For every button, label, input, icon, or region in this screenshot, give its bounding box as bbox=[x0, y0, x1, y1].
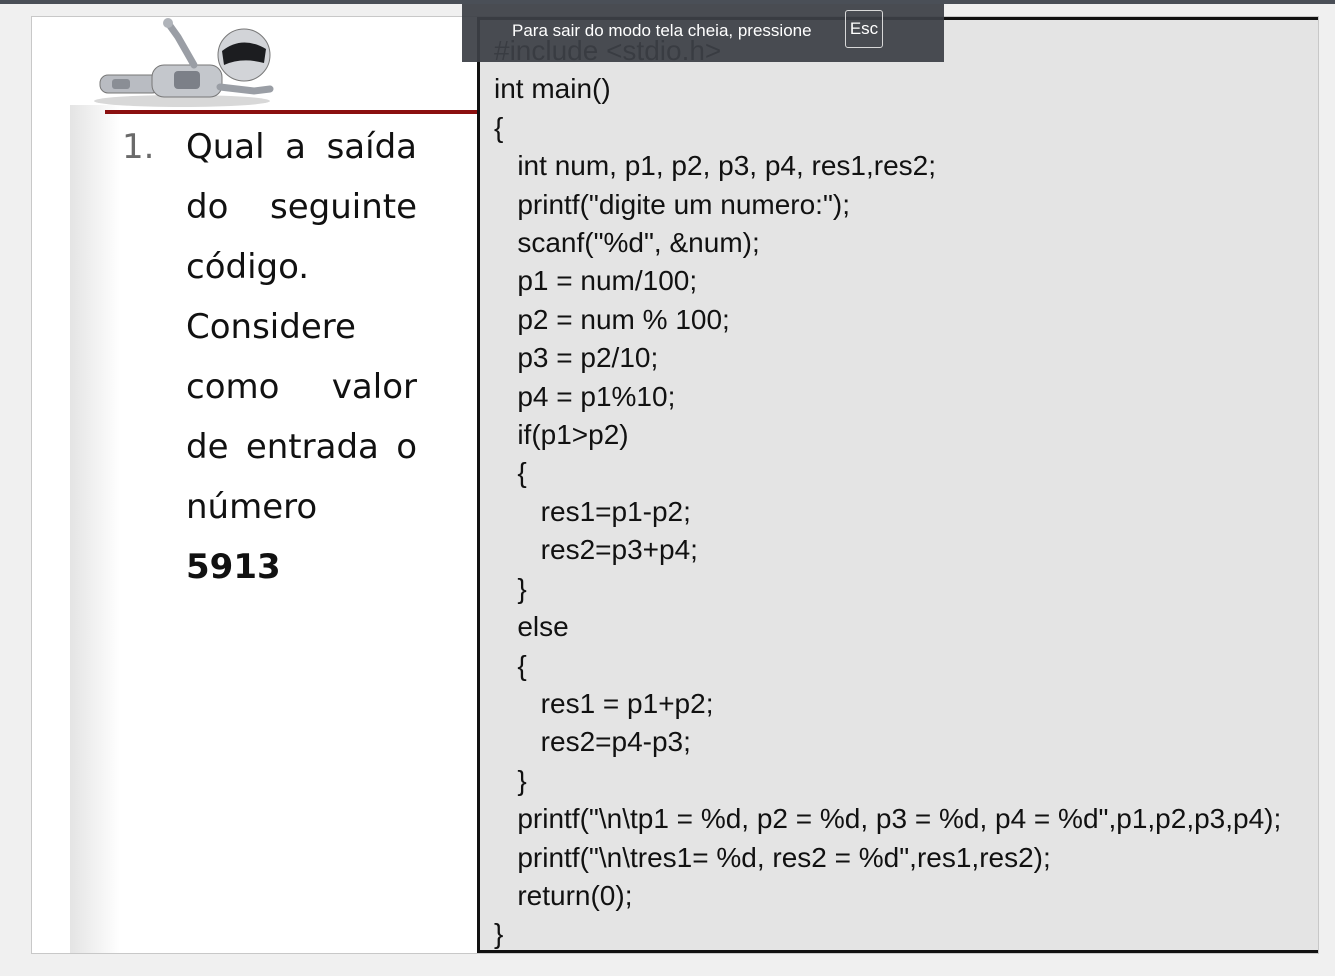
code-line: res1 = p1+p2; bbox=[494, 687, 714, 719]
code-line: p4 = p1%10; bbox=[494, 380, 676, 412]
question-block: 1. Qual a saída do seguinte código. Cons… bbox=[122, 117, 452, 597]
code-listing: #include <stdio.h>int main(){ int num, p… bbox=[494, 32, 1282, 953]
presentation-slide: 1. Qual a saída do seguinte código. Cons… bbox=[31, 16, 1319, 954]
code-line: { bbox=[494, 457, 527, 489]
code-line: printf("\n\tp1 = %d, p2 = %d, p3 = %d, p… bbox=[494, 803, 1282, 835]
esc-key-badge: Esc bbox=[845, 10, 883, 48]
input-value: 5913 bbox=[186, 547, 281, 587]
robot-illustration bbox=[94, 18, 274, 107]
code-line: p3 = p2/10; bbox=[494, 342, 659, 374]
code-line: } bbox=[494, 764, 527, 796]
code-line: else bbox=[494, 611, 569, 643]
code-line: res1=p1-p2; bbox=[494, 495, 691, 527]
code-line: printf("digite um numero:"); bbox=[494, 188, 851, 220]
code-line: if(p1>p2) bbox=[494, 419, 629, 451]
code-line: printf("\n\tres1= %d, res2 = %d",res1,re… bbox=[494, 841, 1051, 873]
code-line: p1 = num/100; bbox=[494, 265, 698, 297]
code-line: } bbox=[494, 918, 504, 950]
slide-left-shading bbox=[70, 105, 120, 953]
code-line: { bbox=[494, 111, 504, 143]
code-line: res2=p3+p4; bbox=[494, 534, 698, 566]
code-line: scanf("%d", &num); bbox=[494, 227, 760, 259]
question-text: Qual a saída do seguinte código. Conside… bbox=[186, 127, 417, 587]
code-line: int num, p1, p2, p3, p4, res1,res2; bbox=[494, 150, 937, 182]
fullscreen-exit-notice: Para sair do modo tela cheia, pressione … bbox=[462, 4, 944, 62]
code-line: res2=p4-p3; bbox=[494, 726, 691, 758]
code-panel: #include <stdio.h>int main(){ int num, p… bbox=[477, 17, 1318, 953]
code-line: p2 = num % 100; bbox=[494, 303, 730, 335]
title-underline bbox=[105, 110, 481, 114]
fullscreen-notice-text: Para sair do modo tela cheia, pressione bbox=[512, 21, 812, 40]
code-line: return(0); bbox=[494, 879, 633, 911]
code-line: } bbox=[494, 572, 527, 604]
code-line: { bbox=[494, 649, 527, 681]
question-number: 1. bbox=[122, 127, 155, 167]
code-line: int main() bbox=[494, 73, 611, 105]
